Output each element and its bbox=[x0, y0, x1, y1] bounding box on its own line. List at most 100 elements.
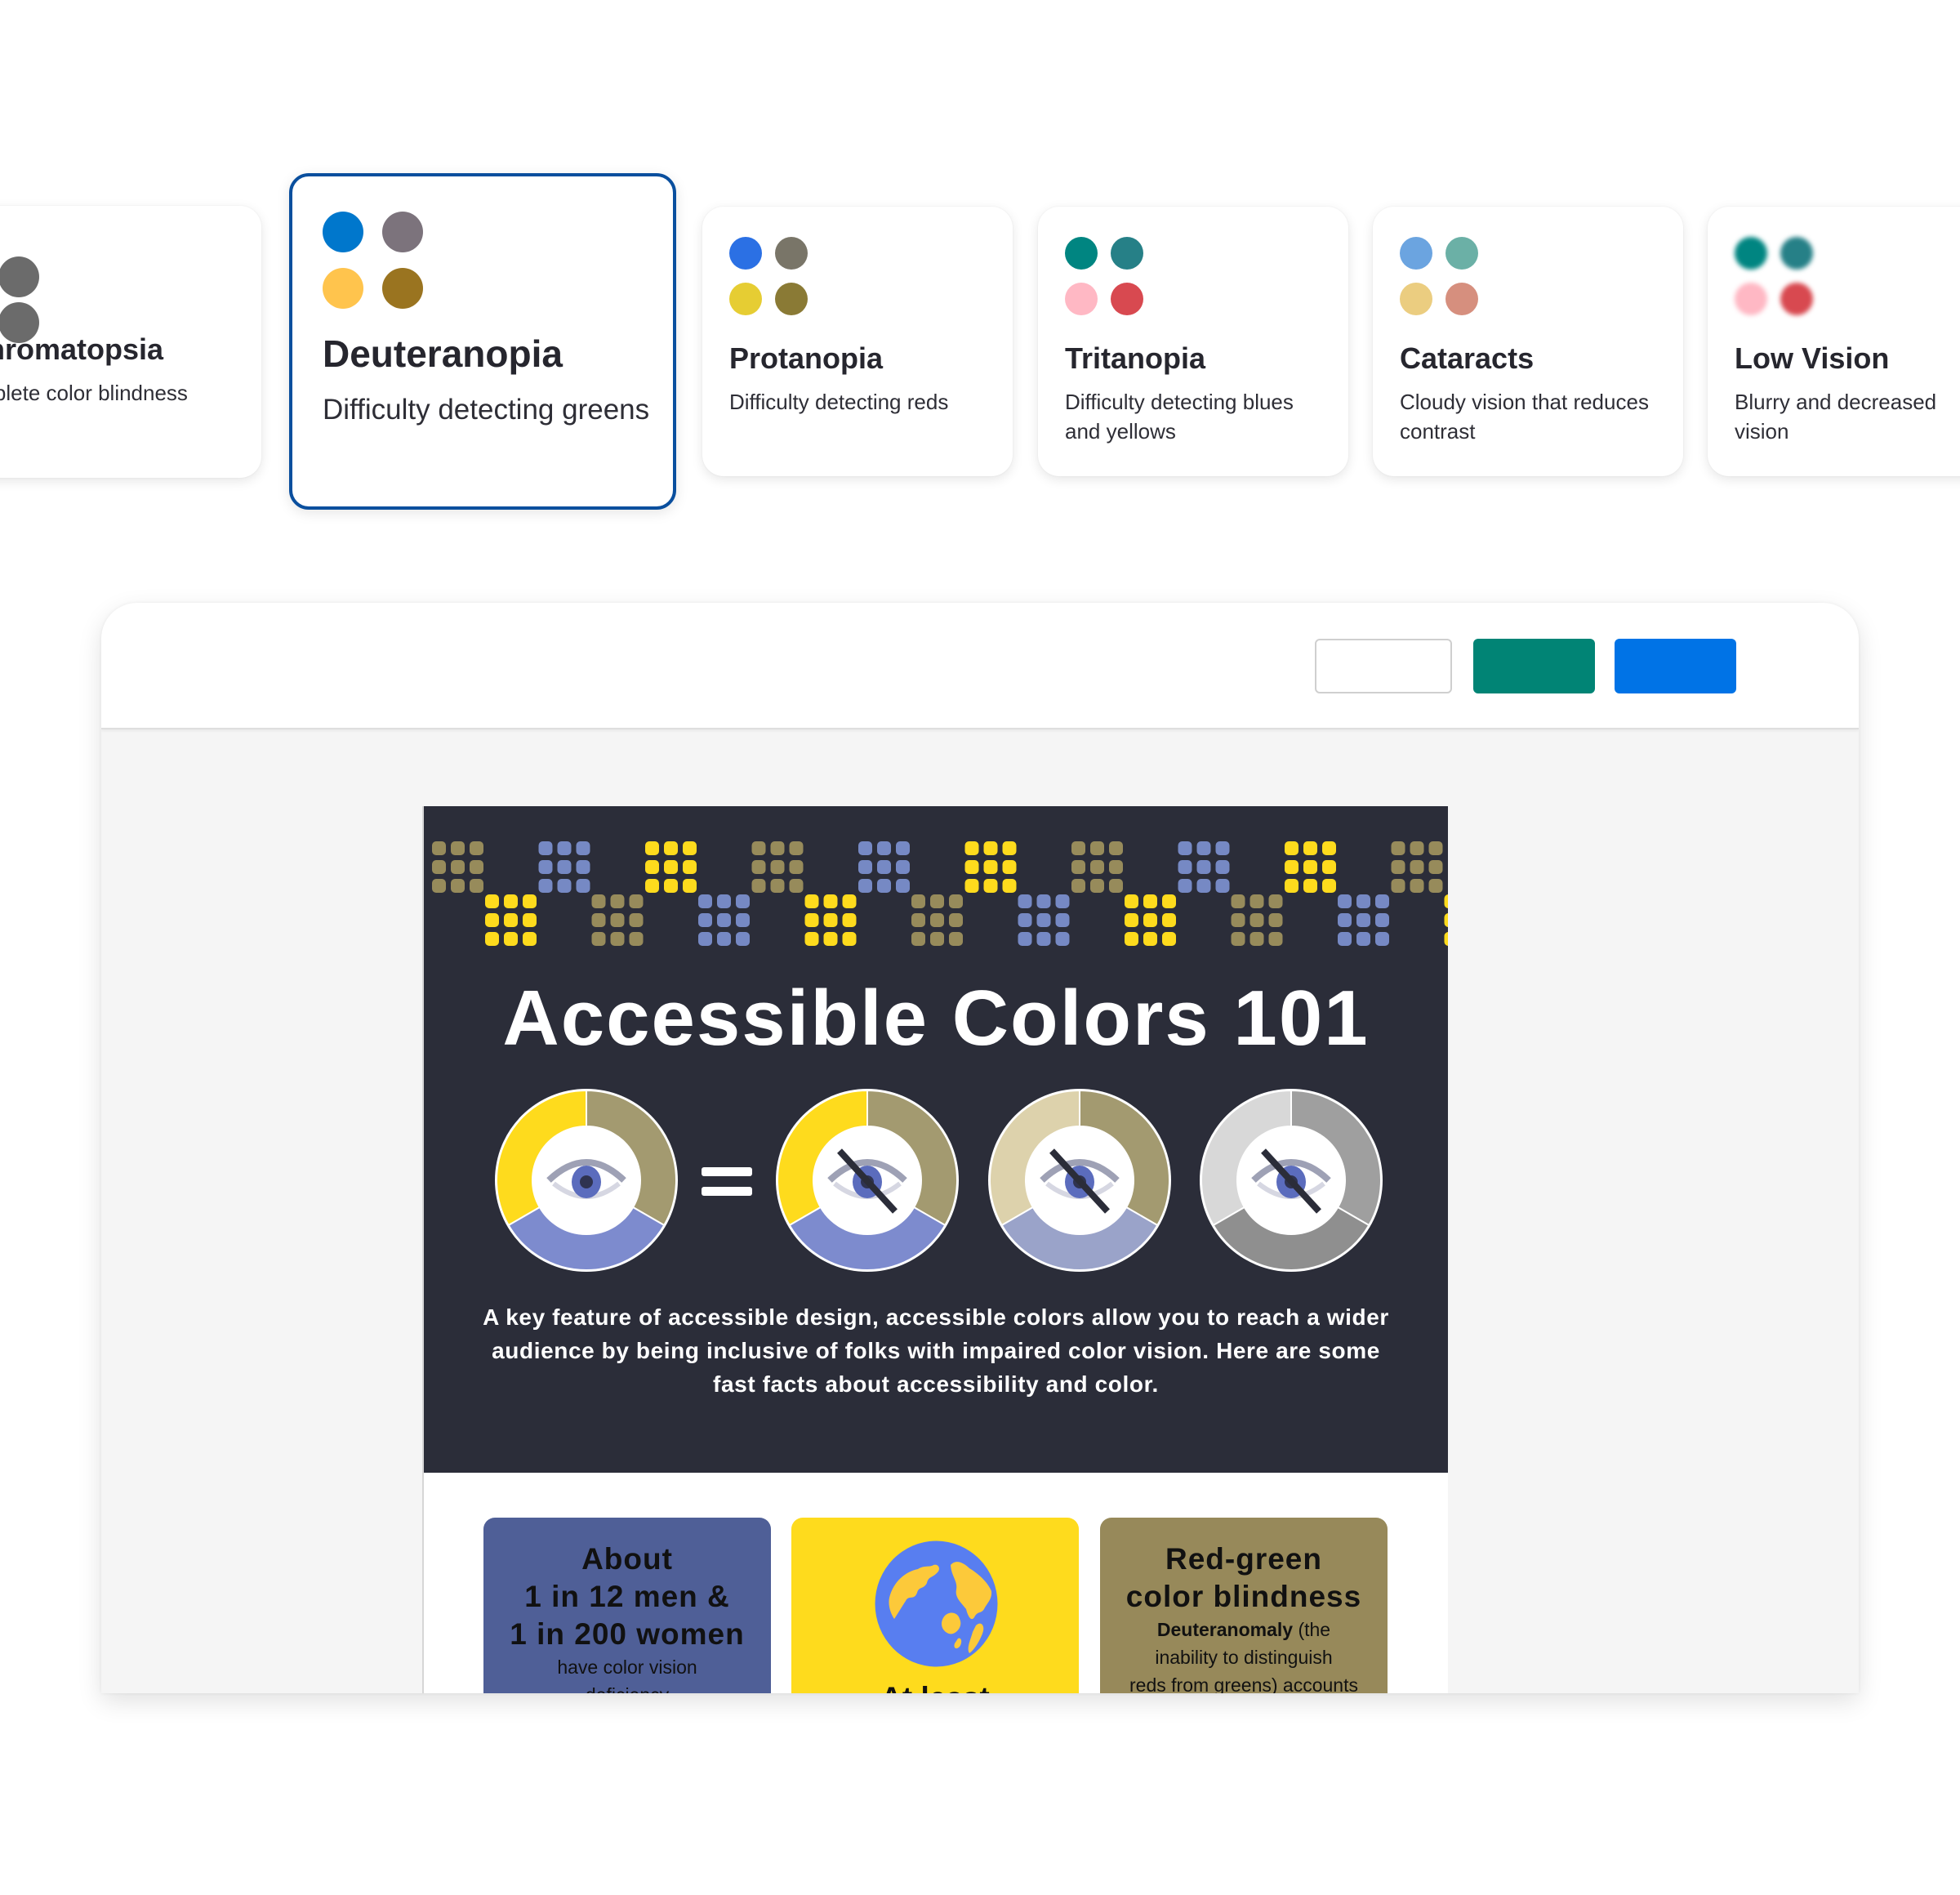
pattern-dot bbox=[1375, 913, 1389, 927]
pattern-dot bbox=[983, 860, 998, 874]
vision-card-cataracts[interactable]: Cataracts Cloudy vision that reduces cont… bbox=[1373, 207, 1683, 476]
teal-button[interactable] bbox=[1473, 639, 1595, 693]
vision-card-low-vision[interactable]: Low Vision Blurry and decreased vision bbox=[1708, 207, 1960, 476]
vision-card-description: Cloudy vision that reduces contrast bbox=[1400, 389, 1649, 444]
pattern-dot bbox=[591, 932, 606, 946]
color-swatch bbox=[1065, 237, 1098, 270]
pattern-dot bbox=[896, 879, 910, 893]
pattern-dot bbox=[1178, 860, 1192, 874]
app-window: Accessible Colors 101 A key feature of a… bbox=[101, 603, 1859, 1693]
pattern-dot bbox=[1178, 841, 1192, 855]
vision-card-description: Complete color blindness bbox=[0, 380, 188, 405]
color-wheel-deuteranopia bbox=[776, 1089, 959, 1272]
pattern-dot bbox=[1250, 913, 1264, 927]
pattern-dot bbox=[804, 894, 819, 908]
pattern-dot bbox=[432, 860, 446, 874]
vision-card-description: Difficulty detecting greens bbox=[323, 394, 650, 426]
pattern-dot bbox=[538, 841, 553, 855]
pattern-dot bbox=[1143, 913, 1157, 927]
pattern-dot bbox=[1055, 932, 1070, 946]
pattern-dot bbox=[504, 913, 518, 927]
vision-card-protanopia[interactable]: Protanopia Difficulty detecting reds bbox=[702, 207, 1013, 476]
pattern-dot bbox=[949, 932, 963, 946]
fact-body-text: (the bbox=[1293, 1619, 1331, 1640]
color-swatch bbox=[775, 237, 808, 270]
pattern-dot bbox=[911, 932, 925, 946]
pattern-dot bbox=[877, 879, 891, 893]
pattern-dot bbox=[1002, 841, 1017, 855]
fact-headline-line: 1 in 12 men & bbox=[524, 1580, 730, 1613]
pattern-dot bbox=[1125, 913, 1138, 927]
vision-card-description: Difficulty detecting blues and yellows bbox=[1065, 389, 1294, 444]
pattern-dot bbox=[1018, 932, 1032, 946]
vision-card-title: Low Vision bbox=[1735, 341, 1890, 375]
pattern-dot bbox=[1268, 932, 1283, 946]
pattern-dot bbox=[1303, 879, 1317, 893]
pattern-dot bbox=[1410, 879, 1424, 893]
pattern-dot bbox=[432, 879, 446, 893]
pattern-dot bbox=[789, 860, 804, 874]
fact-card-global: At least bbox=[791, 1518, 1079, 1693]
pattern-dot bbox=[523, 894, 537, 908]
pattern-dot bbox=[717, 913, 731, 927]
pattern-dot bbox=[823, 932, 838, 946]
pattern-dot bbox=[1055, 913, 1070, 927]
color-wheel-achromatopsia bbox=[1200, 1089, 1383, 1272]
pattern-dot bbox=[1071, 860, 1085, 874]
pattern-dot bbox=[576, 841, 590, 855]
pattern-dot bbox=[751, 860, 766, 874]
pattern-dot bbox=[1322, 879, 1336, 893]
pattern-dot bbox=[1356, 894, 1370, 908]
pattern-dot bbox=[1036, 894, 1051, 908]
pattern-dot bbox=[770, 879, 785, 893]
fact-body-line: inability to distinguish bbox=[1155, 1647, 1333, 1668]
color-swatch bbox=[382, 268, 423, 309]
pattern-dot bbox=[1428, 860, 1443, 874]
pattern-dot bbox=[1322, 860, 1336, 874]
window-toolbar bbox=[101, 603, 1859, 729]
pattern-dot bbox=[538, 860, 553, 874]
pattern-dot bbox=[1250, 932, 1264, 946]
vision-card-deuteranopia[interactable]: Deuteranopia Difficulty detecting greens bbox=[289, 173, 676, 510]
infographic-hero: Accessible Colors 101 A key feature of a… bbox=[424, 806, 1448, 1473]
pattern-dot bbox=[930, 932, 944, 946]
pattern-dot bbox=[1196, 860, 1211, 874]
pattern-dot bbox=[983, 841, 998, 855]
pattern-dot bbox=[1002, 860, 1017, 874]
pattern-dot bbox=[451, 841, 465, 855]
pattern-dot bbox=[1444, 932, 1448, 946]
pattern-dot bbox=[964, 860, 979, 874]
pattern-dot bbox=[842, 894, 857, 908]
pattern-dot bbox=[717, 932, 731, 946]
pattern-dot bbox=[823, 913, 838, 927]
pattern-dot bbox=[1231, 894, 1245, 908]
pattern-dot bbox=[1071, 879, 1085, 893]
pattern-dot bbox=[1143, 932, 1157, 946]
color-swatch bbox=[1111, 283, 1143, 315]
fact-headline: At least bbox=[791, 1681, 1079, 1693]
pattern-dot bbox=[557, 841, 572, 855]
pattern-dot bbox=[964, 841, 979, 855]
blue-button[interactable] bbox=[1615, 639, 1736, 693]
pattern-dot bbox=[751, 879, 766, 893]
pattern-dot bbox=[591, 894, 606, 908]
pattern-dot bbox=[930, 894, 944, 908]
pattern-dot bbox=[1356, 913, 1370, 927]
vision-card-achromatopsia[interactable]: Achromatopsia Complete color blindness bbox=[0, 206, 261, 478]
pattern-dot bbox=[949, 913, 963, 927]
pattern-dot bbox=[896, 841, 910, 855]
color-swatch bbox=[1735, 283, 1767, 315]
pattern-dot bbox=[485, 913, 499, 927]
pattern-dot bbox=[736, 913, 750, 927]
pattern-dot bbox=[683, 879, 697, 893]
color-swatch bbox=[323, 268, 363, 309]
color-swatch bbox=[1780, 283, 1813, 315]
pattern-dot bbox=[451, 860, 465, 874]
globe-icon bbox=[875, 1541, 998, 1667]
pattern-dot bbox=[858, 879, 872, 893]
vision-card-tritanopia[interactable]: Tritanopia Difficulty detecting blues and… bbox=[1038, 207, 1348, 476]
blank-button[interactable] bbox=[1315, 639, 1452, 693]
color-swatch bbox=[1446, 283, 1478, 315]
pattern-dot bbox=[1055, 894, 1070, 908]
pattern-dot bbox=[1268, 913, 1283, 927]
